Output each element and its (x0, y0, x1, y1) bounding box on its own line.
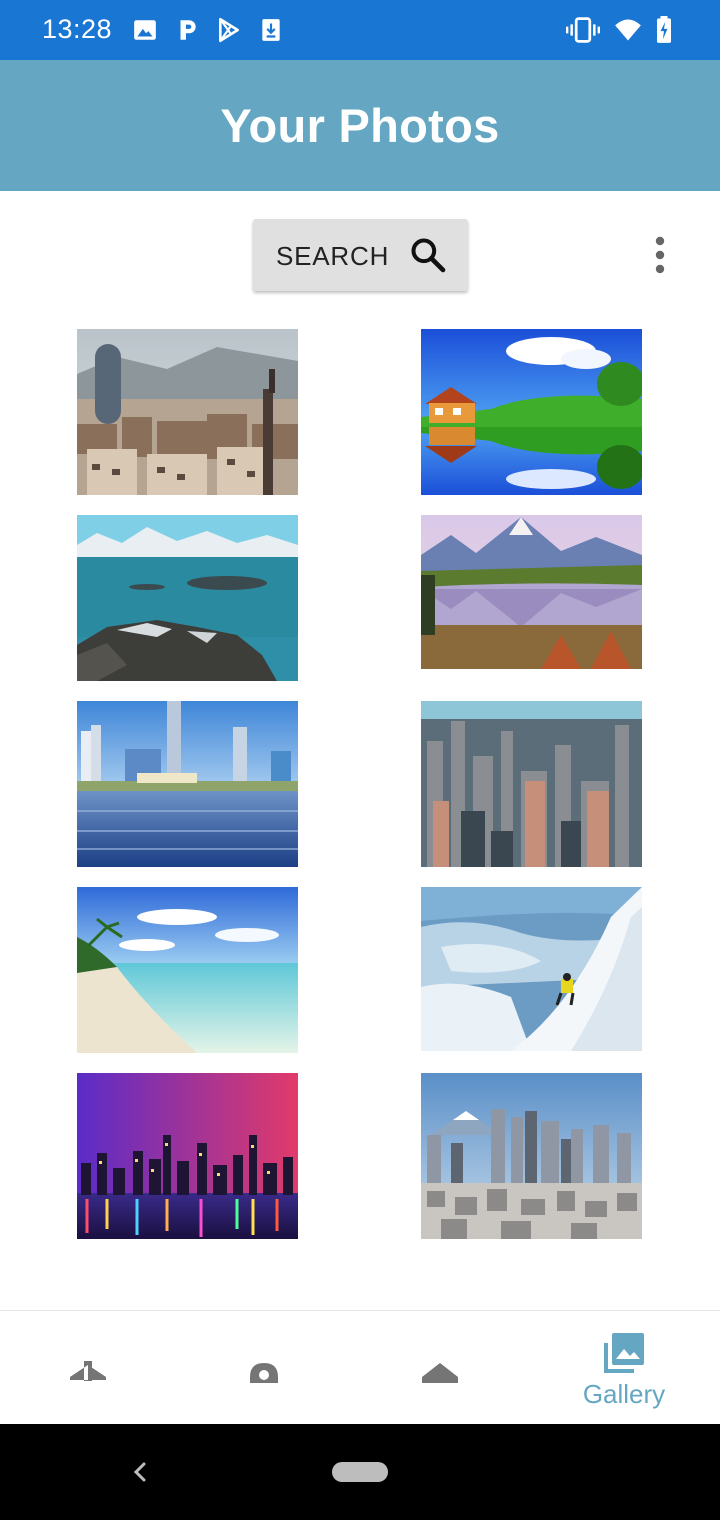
home-pill-button[interactable] (332, 1462, 388, 1482)
gallery-icon (604, 1333, 644, 1373)
photo-thumbnail-city-skyline-lake[interactable] (77, 701, 298, 867)
layers-icon (422, 1363, 458, 1383)
nav-item-places[interactable] (176, 1311, 352, 1425)
app-bar: Your Photos (0, 60, 720, 191)
photo-thumbnail-night-city-skyline[interactable] (77, 1073, 298, 1239)
nav-item-layers[interactable] (352, 1311, 528, 1425)
download-icon (262, 19, 280, 41)
search-button[interactable]: SEARCH (253, 219, 468, 291)
photo-thumbnail-barcelona-city[interactable] (77, 329, 298, 495)
place-icon (250, 1363, 278, 1383)
parking-icon (180, 20, 196, 40)
photo-thumbnail-chicago-aerial[interactable] (421, 701, 642, 867)
status-bar: 13:28 (0, 0, 720, 60)
photo-thumbnail-skier-mountain-fjord[interactable] (421, 887, 642, 1051)
bottom-navigation: Gallery (0, 1310, 720, 1424)
image-icon (134, 20, 156, 40)
photo-thumbnail-tropical-beach[interactable] (77, 887, 298, 1053)
wifi-icon (615, 19, 641, 41)
photo-thumbnail-house-lake-reflection[interactable] (421, 329, 642, 495)
status-time: 13:28 (42, 14, 113, 44)
play-store-icon (219, 17, 239, 43)
back-icon[interactable] (126, 1454, 154, 1490)
photo-thumbnail-tokyo-fuji-skyline[interactable] (421, 1073, 642, 1239)
search-button-label: SEARCH (276, 241, 390, 271)
page-title: Your Photos (220, 99, 500, 152)
battery-charging-icon (657, 16, 671, 43)
nav-item-gallery[interactable]: Gallery (536, 1311, 712, 1425)
photo-thumbnail-mountain-lake-reflection[interactable] (421, 515, 642, 669)
airplane-icon (70, 1361, 106, 1381)
vibrate-icon (566, 17, 600, 43)
nav-item-gallery-label: Gallery (582, 1379, 666, 1409)
photo-thumbnail-arctic-fjord-rocks[interactable] (77, 515, 298, 681)
search-icon (411, 238, 446, 273)
nav-item-flights[interactable] (0, 1311, 176, 1425)
more-options-icon[interactable] (644, 233, 676, 279)
